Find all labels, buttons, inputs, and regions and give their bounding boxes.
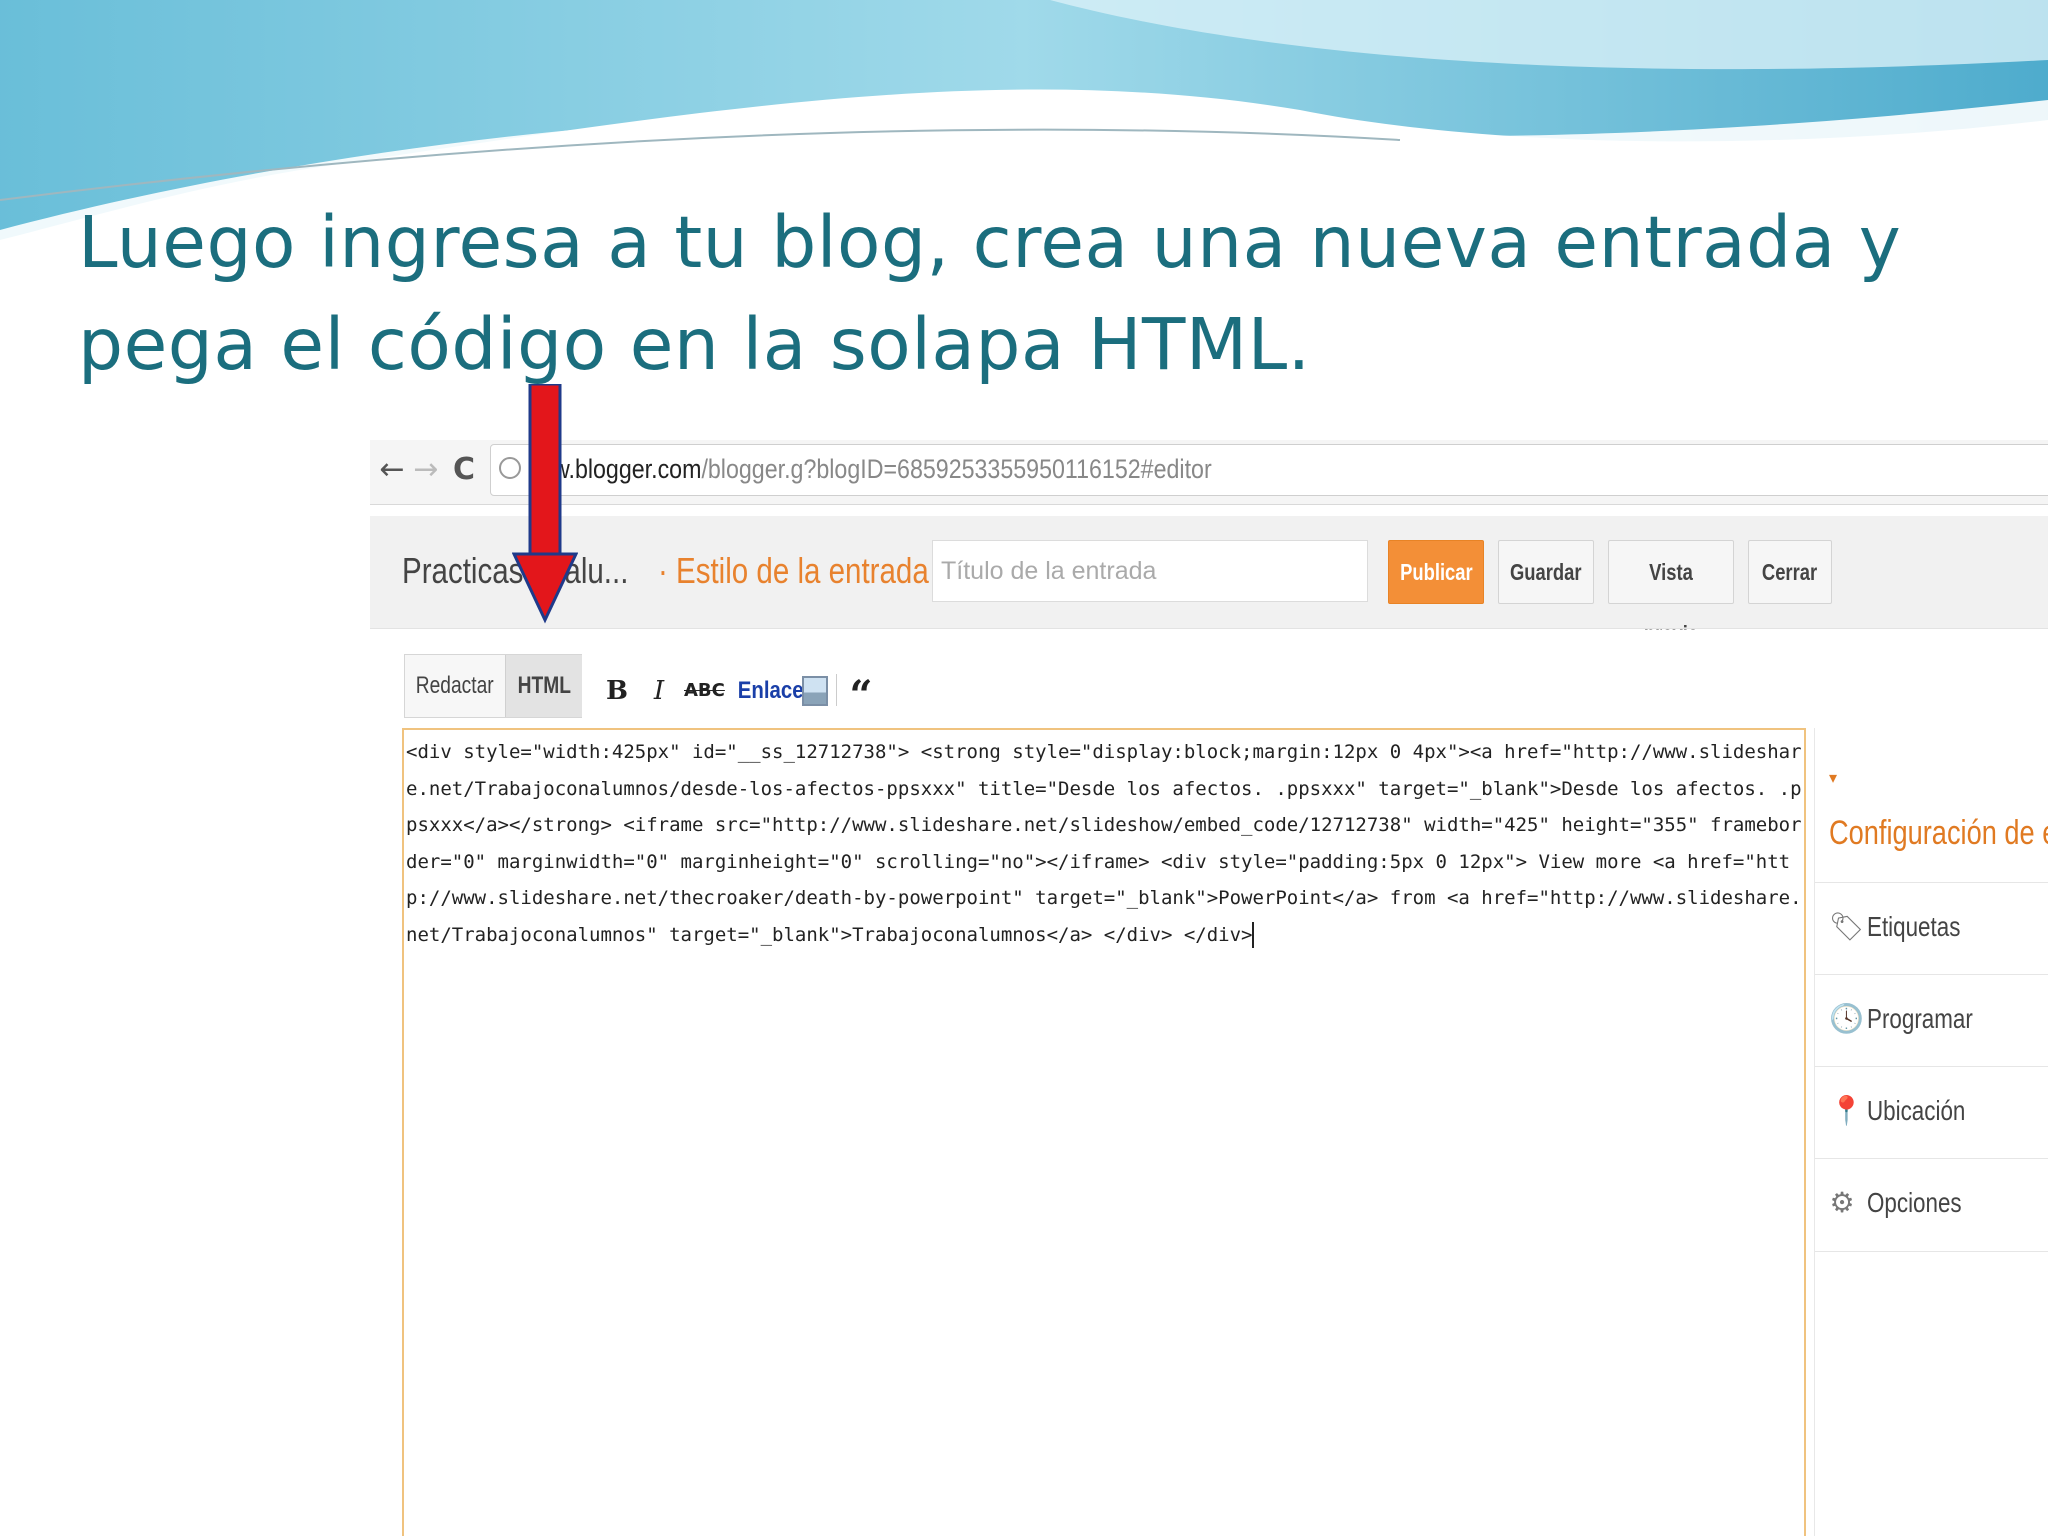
text-cursor (1252, 922, 1255, 948)
post-settings-heading[interactable]: ▾ Configuración de entradas (1829, 750, 2048, 860)
html-code-editor[interactable]: <div style="width:425px" id="__ss_127127… (402, 728, 1806, 1536)
red-arrow-pointer (512, 384, 578, 624)
bold-icon[interactable]: B (606, 674, 628, 708)
gear-icon: ⚙ (1829, 1186, 1855, 1219)
clock-icon: 🕓 (1829, 1002, 1864, 1035)
tab-html-label: HTML (517, 672, 571, 699)
tab-html[interactable]: HTML (505, 655, 582, 717)
sidebar-item-label: Ubicación (1867, 1095, 1966, 1126)
forward-icon[interactable]: → (408, 452, 444, 488)
reload-icon[interactable]: C (446, 452, 482, 488)
publish-button-label: Publicar (1399, 559, 1473, 585)
back-icon[interactable]: ← (374, 452, 410, 488)
html-code-text: <div style="width:425px" id="__ss_127127… (406, 741, 1802, 946)
url-path: /blogger.g?blogID=6859253355950116152#ed… (701, 454, 1212, 484)
quote-icon[interactable]: “ (846, 674, 876, 718)
insert-image-icon[interactable] (802, 676, 828, 706)
slide-title: Luego ingresa a tu blog, crea una nueva … (78, 201, 1902, 386)
mode-switch: Redactar HTML (404, 654, 582, 718)
link-button[interactable]: Enlace (732, 674, 804, 708)
editor-header: Practicas ... alu... · Estilo de la entr… (370, 516, 2048, 647)
sidebar-item-label: Programar (1867, 1003, 1973, 1034)
location-pin-icon: 📍 (1829, 1094, 1864, 1127)
sidebar-item-schedule[interactable]: 🕓 Programar (1815, 974, 2048, 1067)
save-button-label: Guardar (1510, 559, 1582, 585)
post-settings-sidebar: ▾ Configuración de entradas 🏷 Etiquetas 🕓… (1814, 728, 2048, 1536)
close-button-label: Cerrar (1762, 559, 1818, 585)
italic-icon[interactable]: I (650, 674, 668, 708)
post-settings-heading-text: Configuración de entradas (1829, 814, 2048, 853)
sidebar-item-label: Opciones (1867, 1187, 1962, 1218)
sidebar-item-label: Etiquetas (1867, 911, 1961, 942)
tag-icon: 🏷 (1829, 910, 1865, 943)
close-button[interactable]: Cerrar (1748, 540, 1832, 604)
caret-down-icon: ▾ (1829, 770, 1838, 788)
toolbar-divider (836, 674, 837, 706)
tab-compose-label: Redactar (416, 672, 494, 699)
format-toolbar: Redactar HTML B I ABC Enlace “ (370, 630, 2048, 720)
publish-button[interactable]: Publicar (1388, 540, 1484, 604)
link-button-label: Enlace (737, 677, 804, 704)
sidebar-item-location[interactable]: 📍 Ubicación (1815, 1066, 2048, 1159)
post-label: · Estilo de la entrada (658, 550, 929, 591)
tab-compose[interactable]: Redactar (405, 655, 505, 717)
blogger-editor-screenshot: ← → C w.blogger.com/blogger.g?blogID=685… (370, 440, 2048, 1536)
address-bar[interactable]: w.blogger.com/blogger.g?blogID=685925335… (490, 444, 2048, 496)
post-title-input[interactable] (932, 540, 1368, 602)
strikethrough-icon[interactable]: ABC (684, 674, 725, 708)
preview-button[interactable]: Vista previa (1608, 540, 1734, 647)
sidebar-item-labels[interactable]: 🏷 Etiquetas (1815, 882, 2048, 975)
sidebar-item-options[interactable]: ⚙ Opciones (1815, 1158, 2048, 1252)
url-text: w.blogger.com/blogger.g?blogID=685925335… (553, 454, 1212, 485)
save-button[interactable]: Guardar (1498, 540, 1594, 604)
browser-toolbar: ← → C w.blogger.com/blogger.g?blogID=685… (370, 440, 2048, 505)
